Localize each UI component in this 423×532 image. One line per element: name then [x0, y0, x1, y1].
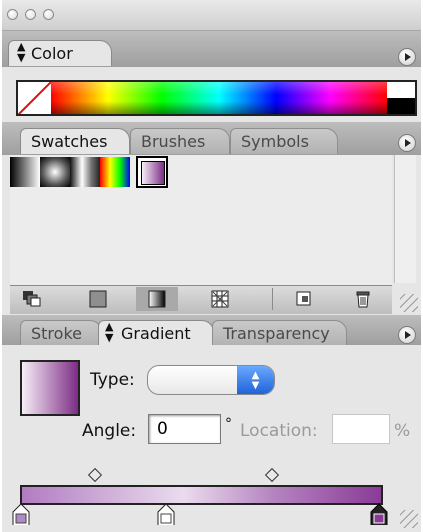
- white-chip[interactable]: [387, 82, 415, 98]
- zoom-button[interactable]: [43, 9, 54, 20]
- swatches-panel-menu-icon[interactable]: [398, 134, 416, 152]
- tab-color[interactable]: ▲ ▼ Color: [8, 40, 112, 66]
- select-stepper-icon[interactable]: ▲ ▼: [237, 366, 274, 394]
- title-bar[interactable]: [2, 0, 421, 31]
- show-color-swatches-icon: [89, 290, 107, 308]
- angle-label: Angle:: [82, 421, 137, 441]
- location-input[interactable]: [332, 414, 390, 444]
- show-swatch-kinds-button[interactable]: [12, 287, 54, 311]
- resize-grip[interactable]: [400, 294, 418, 312]
- spectrum-ramp[interactable]: [51, 82, 387, 114]
- gradient-stop-right-selected[interactable]: [370, 503, 388, 525]
- tab-brushes[interactable]: Brushes: [130, 128, 230, 154]
- swatch-linear-grays[interactable]: [70, 157, 100, 187]
- show-pattern-swatches-icon: [211, 290, 229, 308]
- delete-swatch-icon: [356, 291, 370, 308]
- gradient-bar[interactable]: [20, 485, 383, 505]
- show-gradient-swatches-button[interactable]: [136, 287, 178, 311]
- tab-symbols[interactable]: Symbols: [230, 128, 338, 154]
- show-swatch-kinds-icon: [23, 291, 41, 307]
- degree-symbol: °: [225, 416, 232, 432]
- gradient-palette-window: ▲ ▼ Color Swatches Brushes Symbols Strok…: [2, 0, 421, 532]
- gradient-panel-menu-icon[interactable]: [398, 326, 416, 344]
- show-gradient-swatches-icon: [148, 290, 166, 308]
- minimize-button[interactable]: [25, 9, 36, 20]
- new-swatch-button[interactable]: [284, 287, 326, 311]
- swatch-radial-black-white[interactable]: [40, 157, 70, 187]
- gradient-stop-middle[interactable]: [157, 503, 175, 525]
- swatch-rainbow[interactable]: [100, 157, 130, 187]
- resize-grip[interactable]: [400, 510, 418, 528]
- color-ramp[interactable]: [16, 80, 417, 116]
- gradient-preview-swatch[interactable]: [20, 360, 80, 416]
- tab-transparency[interactable]: Transparency: [212, 320, 347, 346]
- swatches-scrollbar[interactable]: [394, 155, 416, 283]
- swatch-purple-gradient-selected[interactable]: [136, 156, 168, 188]
- tab-gradient[interactable]: ▲ ▼ Gradient: [98, 320, 214, 346]
- color-panel-menu-icon[interactable]: [398, 48, 416, 66]
- new-swatch-icon: [296, 291, 311, 306]
- close-button[interactable]: [7, 9, 18, 20]
- up-down-arrows-icon: ▲ ▼: [17, 40, 26, 64]
- up-down-arrows-icon: ▲ ▼: [105, 320, 114, 344]
- delete-swatch-button[interactable]: [342, 287, 384, 311]
- show-pattern-swatches-button[interactable]: [199, 287, 241, 311]
- tab-swatches[interactable]: Swatches: [20, 128, 130, 154]
- percent-symbol: %: [394, 421, 411, 441]
- black-chip[interactable]: [387, 98, 415, 114]
- tab-stroke[interactable]: Stroke: [20, 320, 102, 346]
- location-label: Location:: [240, 421, 318, 441]
- show-color-swatches-button[interactable]: [77, 287, 119, 311]
- swatch-linear-black-white[interactable]: [10, 157, 40, 187]
- gradient-stop-left[interactable]: [12, 503, 30, 525]
- type-label: Type:: [90, 370, 135, 390]
- angle-input[interactable]: 0: [148, 414, 221, 444]
- none-swatch-icon[interactable]: [18, 82, 51, 114]
